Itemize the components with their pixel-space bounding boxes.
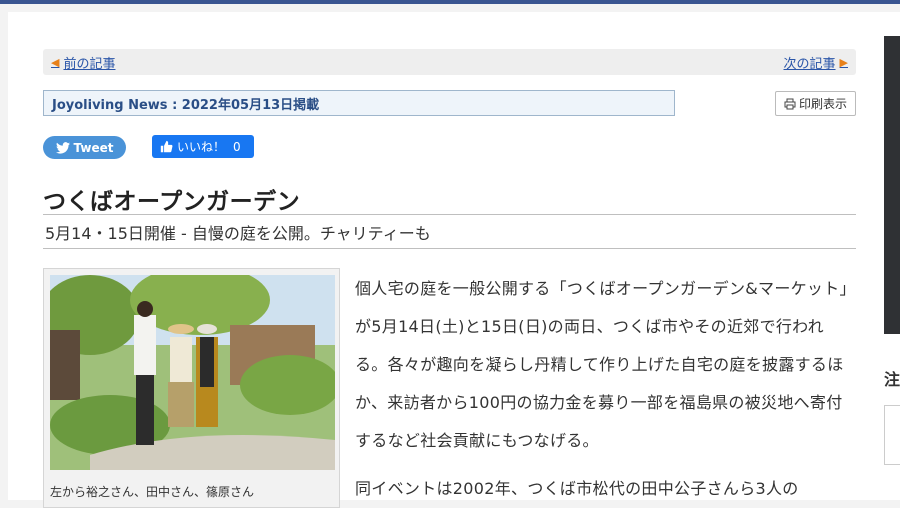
next-article-label[interactable]: 次の記事 — [784, 53, 836, 72]
article-paragraph-1: 個人宅の庭を一般公開する「つくばオープンガーデン&マーケット」が5月14日(土)… — [355, 279, 848, 450]
article-paragraph-2: 同イベントは2002年、つくば市松代の田中公子さんら3人の — [355, 479, 799, 498]
garden-photo — [50, 275, 335, 470]
article-subtitle: 5月14・15日開催 - 自慢の庭を公開。チャリティーも — [45, 224, 431, 243]
article-nav: ◀ 前の記事 次の記事 ▶ — [43, 49, 856, 75]
print-button[interactable]: 印刷表示 — [775, 91, 856, 116]
thumbs-up-icon — [160, 140, 173, 153]
article-title: つくばオープンガーデン — [43, 189, 301, 215]
photo-figure: 左から裕之さん、田中さん、篠原さん — [43, 268, 340, 508]
prev-article-link[interactable]: ◀ 前の記事 — [51, 53, 115, 72]
tweet-button[interactable]: Tweet — [43, 136, 126, 159]
right-arrow-icon: ▶ — [839, 55, 848, 69]
next-article-link[interactable]: 次の記事 ▶ — [784, 53, 848, 72]
page-content: ◀ 前の記事 次の記事 ▶ Joyoliving News : 2022年05月… — [8, 12, 900, 508]
title-divider — [43, 214, 856, 215]
like-count: 0 — [233, 139, 241, 154]
sidebar-box — [884, 405, 900, 465]
photo-caption: 左から裕之さん、田中さん、篠原さん — [50, 485, 255, 499]
left-arrow-icon: ◀ — [51, 55, 60, 69]
twitter-bird-icon — [55, 141, 70, 154]
sidebar-heading: 注 — [884, 370, 900, 389]
like-button[interactable]: いいね！ 0 — [152, 135, 254, 158]
like-label: いいね！ — [177, 140, 226, 154]
sidebar-banner[interactable] — [884, 36, 900, 334]
top-bar — [0, 0, 900, 4]
subtitle-divider — [43, 248, 856, 249]
prev-article-label[interactable]: 前の記事 — [63, 53, 115, 72]
publication-info: Joyoliving News : 2022年05月13日掲載 — [43, 90, 675, 116]
printer-icon — [784, 98, 796, 109]
print-label: 印刷表示 — [798, 97, 847, 111]
tweet-label: Tweet — [73, 140, 114, 155]
